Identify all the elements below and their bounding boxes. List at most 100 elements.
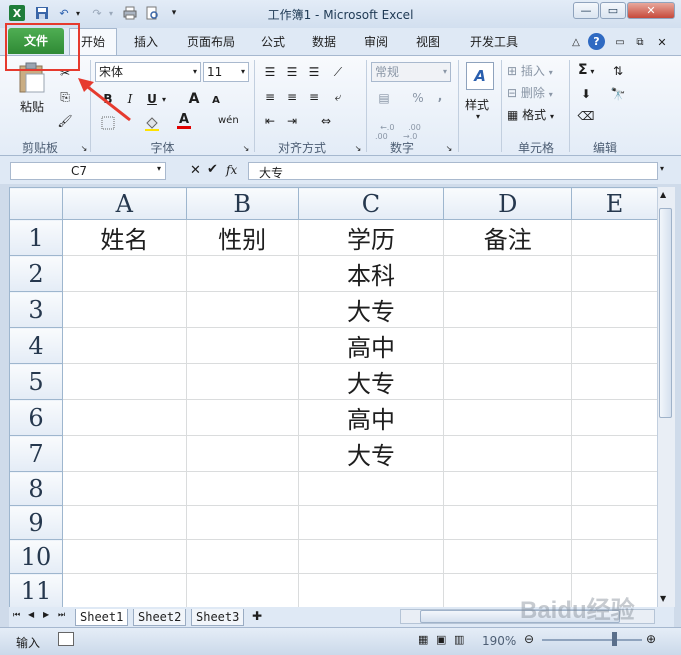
expand-formula-icon[interactable]: ▾ [660,164,664,173]
align-left-icon[interactable]: ≡ [262,89,278,105]
cell-a9[interactable] [61,505,187,540]
column-header-a[interactable]: A [61,187,187,220]
minimize-button[interactable]: — [573,2,599,19]
cell-e2[interactable] [571,255,658,292]
align-center-icon[interactable]: ≡ [284,89,300,105]
underline-dropdown-icon[interactable]: ▾ [160,91,168,107]
prev-sheet-icon[interactable]: ◀ [28,610,34,619]
formula-input[interactable]: 大专 [248,162,658,180]
cell-a5[interactable] [61,363,187,400]
underline-button[interactable]: U [144,91,160,107]
cell-b2[interactable] [185,255,299,292]
fill-color-icon[interactable] [144,115,160,131]
cancel-entry-icon[interactable]: ✕ [190,163,201,178]
zoom-in-icon[interactable]: ⊕ [646,632,656,646]
cell-e4[interactable] [571,327,658,364]
cell-c10[interactable] [297,539,445,574]
font-color-button[interactable]: A [176,113,192,129]
format-painter-icon[interactable]: 🖌 [57,113,73,129]
copy-icon[interactable]: ⎘ [57,89,73,105]
column-header-d[interactable]: D [443,187,573,220]
cell-a11[interactable] [61,573,187,607]
row-header[interactable]: 10 [9,539,63,574]
tab-insert[interactable]: 插入 [126,30,166,54]
zoom-slider-thumb[interactable] [612,632,617,646]
cell-a2[interactable] [61,255,187,292]
zoom-level[interactable]: 190% [482,634,516,648]
cell-b4[interactable] [185,327,299,364]
cell-c3[interactable]: 大专 [297,291,445,328]
orientation-icon[interactable]: ⟋ [330,64,346,80]
row-header[interactable]: 8 [9,471,63,506]
sort-filter-icon[interactable]: ⇅ [610,63,626,79]
last-sheet-icon[interactable]: ⏭ [58,610,65,620]
cell-a1[interactable]: 姓名 [61,219,187,256]
zoom-out-icon[interactable]: ⊖ [524,632,534,646]
cell-b3[interactable] [185,291,299,328]
cell-d1[interactable]: 备注 [443,219,573,256]
first-sheet-icon[interactable]: ⏮ [13,610,20,620]
zoom-slider[interactable] [542,639,642,641]
cell-e9[interactable] [571,505,658,540]
row-header[interactable]: 9 [9,505,63,540]
row-header[interactable]: 5 [9,363,63,400]
cell-c2[interactable]: 本科 [297,255,445,292]
spreadsheet-grid[interactable]: A B C D E 1 姓名 性别 学历 备注 2 本科 3 大专 4 高中 5 大专 6 高中 7 大专 8 9 1… [9,187,658,607]
find-select-icon[interactable]: 🔭 [610,86,626,102]
cell-c6[interactable]: 高中 [297,399,445,436]
cell-c7[interactable]: 大专 [297,435,445,472]
maximize-button[interactable]: ▭ [600,2,626,19]
next-sheet-icon[interactable]: ▶ [43,610,49,619]
cell-c9[interactable] [297,505,445,540]
row-header[interactable]: 2 [9,255,63,292]
cell-e5[interactable] [571,363,658,400]
cell-e10[interactable] [571,539,658,574]
cell-a4[interactable] [61,327,187,364]
workbook-close-icon[interactable]: ✕ [654,34,670,50]
align-bottom-icon[interactable]: ☰ [306,64,322,80]
cell-e3[interactable] [571,291,658,328]
alignment-launcher-icon[interactable]: ↘ [350,140,366,156]
cell-b6[interactable] [185,399,299,436]
cell-c8[interactable] [297,471,445,506]
tab-page-layout[interactable]: 页面布局 [180,30,242,54]
align-top-icon[interactable]: ☰ [262,64,278,80]
row-header[interactable]: 6 [9,399,63,436]
cell-b10[interactable] [185,539,299,574]
workbook-minimize-icon[interactable]: ▭ [612,34,628,50]
cell-d2[interactable] [443,255,573,292]
font-launcher-icon[interactable]: ↘ [238,140,254,156]
cell-b5[interactable] [185,363,299,400]
row-header[interactable]: 3 [9,291,63,328]
merge-center-icon[interactable]: ⇔ [318,113,334,129]
cell-d9[interactable] [443,505,573,540]
insert-cells-button[interactable]: ⊞ 插入 ▾ [507,62,567,80]
insert-function-button[interactable]: fx [226,163,237,177]
styles-button[interactable]: A 样式 ▾ [462,60,498,130]
row-header[interactable]: 11 [9,573,63,607]
row-header[interactable]: 4 [9,327,63,364]
currency-icon[interactable]: ▤ [376,90,392,106]
select-all-corner[interactable] [9,187,63,220]
align-middle-icon[interactable]: ☰ [284,64,300,80]
column-header-b[interactable]: B [185,187,299,220]
cell-c11[interactable] [297,573,445,607]
insert-sheet-icon[interactable]: ✚ [252,609,262,623]
cell-e6[interactable] [571,399,658,436]
shrink-font-button[interactable]: A [208,92,224,108]
sheet-tab-sheet2[interactable]: Sheet2 [133,609,187,626]
number-launcher-icon[interactable]: ↘ [441,140,457,156]
row-header[interactable]: 7 [9,435,63,472]
scroll-up-icon[interactable]: ▲ [660,190,666,199]
name-box[interactable]: C7 ▾ [10,162,166,180]
confirm-entry-icon[interactable]: ✔ [207,162,218,177]
cell-d4[interactable] [443,327,573,364]
sheet-tab-sheet1[interactable]: Sheet1 [75,609,129,626]
cell-d10[interactable] [443,539,573,574]
wrap-text-icon[interactable]: ⤶ [330,89,346,105]
tab-data[interactable]: 数据 [306,30,342,54]
delete-cells-button[interactable]: ⊟ 删除 ▾ [507,84,567,102]
cell-a6[interactable] [61,399,187,436]
tab-developer[interactable]: 开发工具 [464,30,524,54]
minimize-ribbon-icon[interactable]: △ [568,34,584,50]
